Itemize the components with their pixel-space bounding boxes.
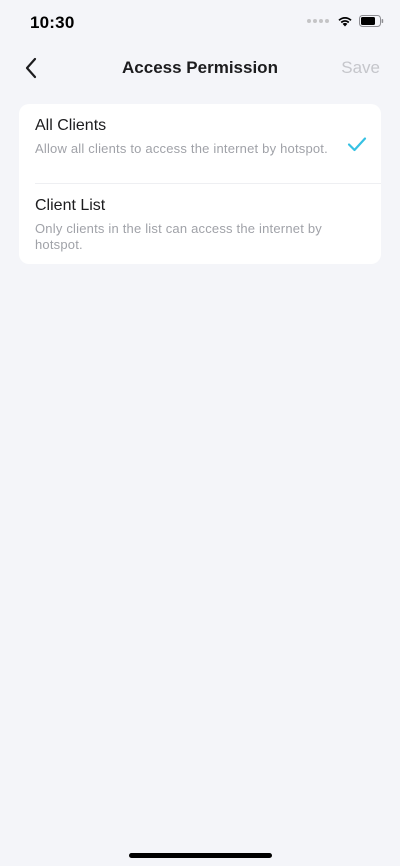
option-description: Allow all clients to access the internet… (35, 141, 328, 156)
status-bar: 10:30 (0, 0, 400, 46)
cellular-signal-icon (307, 19, 329, 23)
option-title: All Clients (35, 117, 107, 134)
navigation-bar: Access Permission Save (0, 46, 400, 90)
option-description: Only clients in the list can access the … (35, 221, 322, 252)
checkmark-icon (347, 137, 367, 152)
status-icons (307, 15, 384, 27)
option-client-list[interactable]: Client List Only clients in the list can… (19, 184, 381, 264)
wifi-icon (338, 16, 352, 27)
battery-icon (359, 15, 384, 27)
option-title: Client List (35, 197, 106, 214)
page-title: Access Permission (122, 58, 278, 77)
status-time: 10:30 (30, 13, 75, 32)
home-indicator (129, 853, 272, 858)
option-all-clients[interactable]: All Clients Allow all clients to access … (19, 104, 381, 184)
access-permission-screen: 10:30 Access Permission Save All Clients… (0, 0, 400, 866)
save-button[interactable]: Save (341, 58, 380, 78)
permission-options-card: All Clients Allow all clients to access … (19, 104, 381, 264)
